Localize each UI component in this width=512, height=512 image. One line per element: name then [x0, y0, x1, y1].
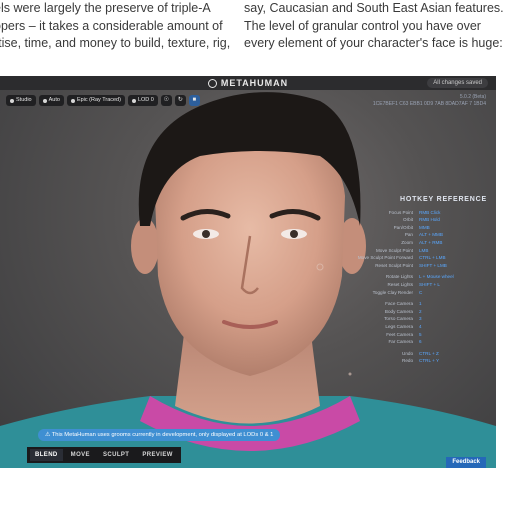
lod-dropdown[interactable]: LOD 0	[127, 95, 158, 106]
hotkey-row: Body Camera 2	[384, 308, 422, 314]
viewport-toolbar: Studio Auto Epic (Ray Traced) LOD 0 ☉ ↻ …	[6, 95, 200, 106]
hotkey-row: Far Camera 6	[388, 339, 422, 345]
mode-blend-button[interactable]: BLEND	[30, 449, 63, 461]
hotkey-row: Reset Sculpt Point SHIFT + LMB	[375, 262, 447, 268]
camera-icon: ☉	[163, 97, 170, 103]
hotkey-row: Zoom ALT + RMB	[401, 239, 443, 245]
hotkey-row: Move Sculpt Point LMB	[375, 247, 429, 253]
warning-icon: ⚠	[45, 432, 51, 438]
auto-icon	[42, 98, 47, 103]
lighting-label: Studio	[16, 97, 32, 103]
article-line: els were largely the preserve of triple-…	[0, 1, 211, 15]
camera-mode-label: Auto	[48, 97, 60, 103]
hotkey-row: Pan ALT + MMB	[404, 232, 443, 238]
hotkey-row: Legs Camera 4	[385, 323, 422, 329]
light-icon	[10, 98, 14, 103]
groom-notice-banner: ⚠ This MetaHuman uses grooms currently i…	[38, 429, 281, 441]
hotkey-row: Focus Point RMB Click	[388, 209, 441, 215]
app-title: METAHUMAN	[207, 78, 289, 88]
app-title-text: METAHUMAN	[220, 78, 289, 88]
article-line: every element of your character's face i…	[244, 36, 503, 50]
render-quality-dropdown[interactable]: Epic (Ray Traced)	[66, 95, 125, 106]
render-toggle-icon: ■	[192, 97, 197, 103]
article-line: rtise, time, and money to build, texture…	[0, 36, 231, 50]
camera-mode-dropdown[interactable]: Auto	[38, 95, 64, 106]
lod-label: LOD 0	[137, 97, 154, 103]
build-id-text: 1CE7BEF1 C63 EBB1 0D9 7AB 8DAD7AF 7 1BD4	[372, 100, 486, 107]
hotkey-row: Toggle Clay Render C	[372, 289, 423, 295]
article-column-right: say, Caucasian and South East Asian feat…	[244, 0, 512, 53]
hotkey-row: Move Sculpt Point Forward CTRL + LMB	[357, 255, 446, 261]
hotkey-row: Feet Camera 5	[386, 331, 422, 337]
lod-icon	[131, 98, 136, 103]
camera-button[interactable]: ☉	[160, 95, 172, 106]
article-line: The level of granular control you have o…	[244, 18, 481, 33]
render-toggle-button[interactable]: ■	[188, 95, 200, 106]
hotkey-row: Reset Lights SHIFT + L	[387, 281, 440, 287]
refresh-icon: ↻	[177, 97, 183, 103]
hotkey-row: Rotate Lights L + Mouse wheel	[385, 274, 454, 280]
hotkey-row: Torso Camera 3	[384, 316, 422, 322]
groom-notice-text: This MetaHuman uses grooms currently in …	[51, 432, 274, 438]
mode-move-button[interactable]: MOVE	[66, 449, 95, 461]
metahuman-viewport[interactable]: METAHUMAN All changes saved Studio Auto …	[0, 76, 496, 468]
hotkey-row: Face Camera 1	[385, 301, 422, 307]
top-bar: METAHUMAN All changes saved	[0, 76, 496, 90]
article-line: opers – it takes a considerable amount o…	[0, 18, 223, 33]
hotkey-row: Pan/Orbit MMB	[393, 224, 430, 230]
save-status-badge: All changes saved	[427, 78, 488, 88]
lighting-dropdown[interactable]: Studio	[6, 95, 36, 106]
hotkey-row: Redo CTRL + Y	[402, 358, 440, 364]
render-quality-label: Epic (Ray Traced)	[76, 97, 121, 103]
build-info: 5.0.2 (Beta) 1CE7BEF1 C63 EBB1 0D9 7AB 8…	[373, 94, 486, 107]
refresh-button[interactable]: ↻	[174, 95, 186, 106]
article-line: say, Caucasian and South East Asian feat…	[244, 1, 504, 15]
quality-icon	[70, 98, 75, 103]
hotkey-reference-panel: HOTKEY REFERENCE Focus Point RMB Click Or…	[340, 196, 490, 365]
hotkey-title: HOTKEY REFERENCE	[400, 196, 487, 203]
feedback-button[interactable]: Feedback	[446, 457, 486, 468]
left-ear	[131, 218, 159, 274]
article-column-left: els were largely the preserve of triple-…	[0, 0, 238, 53]
hotkey-row: Undo CTRL + Z	[402, 350, 439, 356]
hotkey-row: Orbit RMB Hold	[403, 217, 440, 223]
mode-toolbar: BLEND MOVE SCULPT PREVIEW	[27, 447, 181, 463]
metahuman-logo-icon	[207, 78, 217, 88]
mode-sculpt-button[interactable]: SCULPT	[98, 449, 134, 461]
mode-preview-button[interactable]: PREVIEW	[137, 449, 177, 461]
